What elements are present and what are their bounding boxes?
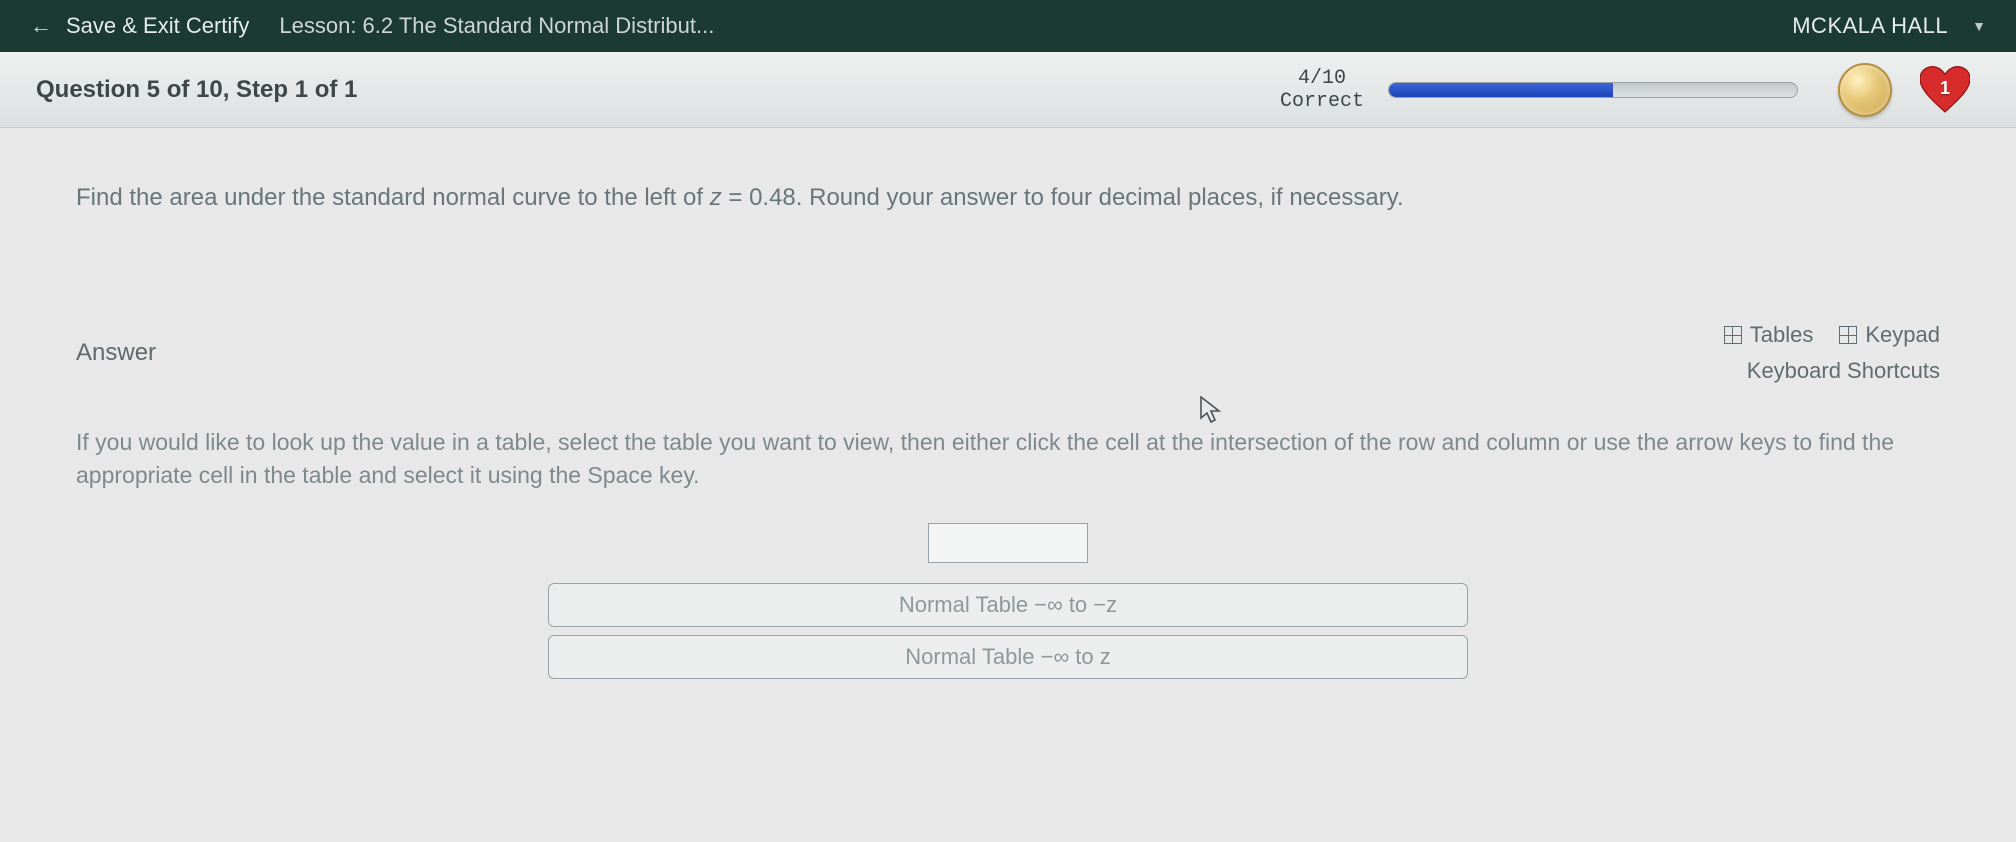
status-bar: Question 5 of 10, Step 1 of 1 4/10 Corre… [0,52,2016,128]
normal-table-neg-button[interactable]: Normal Table −∞ to −z [548,583,1468,627]
user-name: MCKALA HALL [1792,13,1948,39]
answer-tools: Tables Keypad Keyboard Shortcuts [1724,322,1940,384]
lesson-title: Lesson: 6.2 The Standard Normal Distribu… [279,13,714,39]
keypad-button[interactable]: Keypad [1839,322,1940,348]
back-arrow-icon[interactable]: ← [30,13,52,39]
lives-heart[interactable]: 1 [1920,65,1970,115]
tables-button[interactable]: Tables [1724,322,1814,348]
keyboard-shortcuts-link[interactable]: Keyboard Shortcuts [1747,358,1940,384]
tables-grid-icon [1724,326,1742,344]
answer-header-row: Answer Tables Keypad Keyboard Shortcuts [76,322,1940,384]
progress-bar [1388,82,1798,98]
question-var: z [710,184,722,211]
progress-fill [1389,83,1613,97]
user-dropdown-icon[interactable]: ▼ [1972,18,1986,34]
lives-count: 1 [1940,77,1950,98]
question-eq: = [722,184,749,211]
question-step-label: Question 5 of 10, Step 1 of 1 [36,76,357,104]
keypad-button-label: Keypad [1865,322,1940,348]
coin-icon[interactable] [1838,63,1892,117]
keypad-grid-icon [1839,326,1857,344]
answer-input[interactable] [928,523,1088,563]
tables-button-label: Tables [1750,322,1814,348]
question-prefix: Find the area under the standard normal … [76,184,710,211]
score-label: Correct [1280,90,1364,113]
answer-controls: Normal Table −∞ to −z Normal Table −∞ to… [76,523,1940,679]
top-bar: ← Save & Exit Certify Lesson: 6.2 The St… [0,0,2016,52]
save-exit-link[interactable]: Save & Exit Certify [66,13,249,39]
answer-label: Answer [76,339,156,367]
content-area: Find the area under the standard normal … [0,128,2016,679]
question-value: 0.48 [749,184,796,211]
score-value: 4/10 [1298,67,1346,90]
answer-instructions: If you would like to look up the value i… [76,426,1940,493]
question-suffix: . Round your answer to four decimal plac… [796,184,1404,211]
question-text: Find the area under the standard normal … [76,184,1940,212]
normal-table-pos-button[interactable]: Normal Table −∞ to z [548,635,1468,679]
score-block: 4/10 Correct [1280,67,1364,113]
